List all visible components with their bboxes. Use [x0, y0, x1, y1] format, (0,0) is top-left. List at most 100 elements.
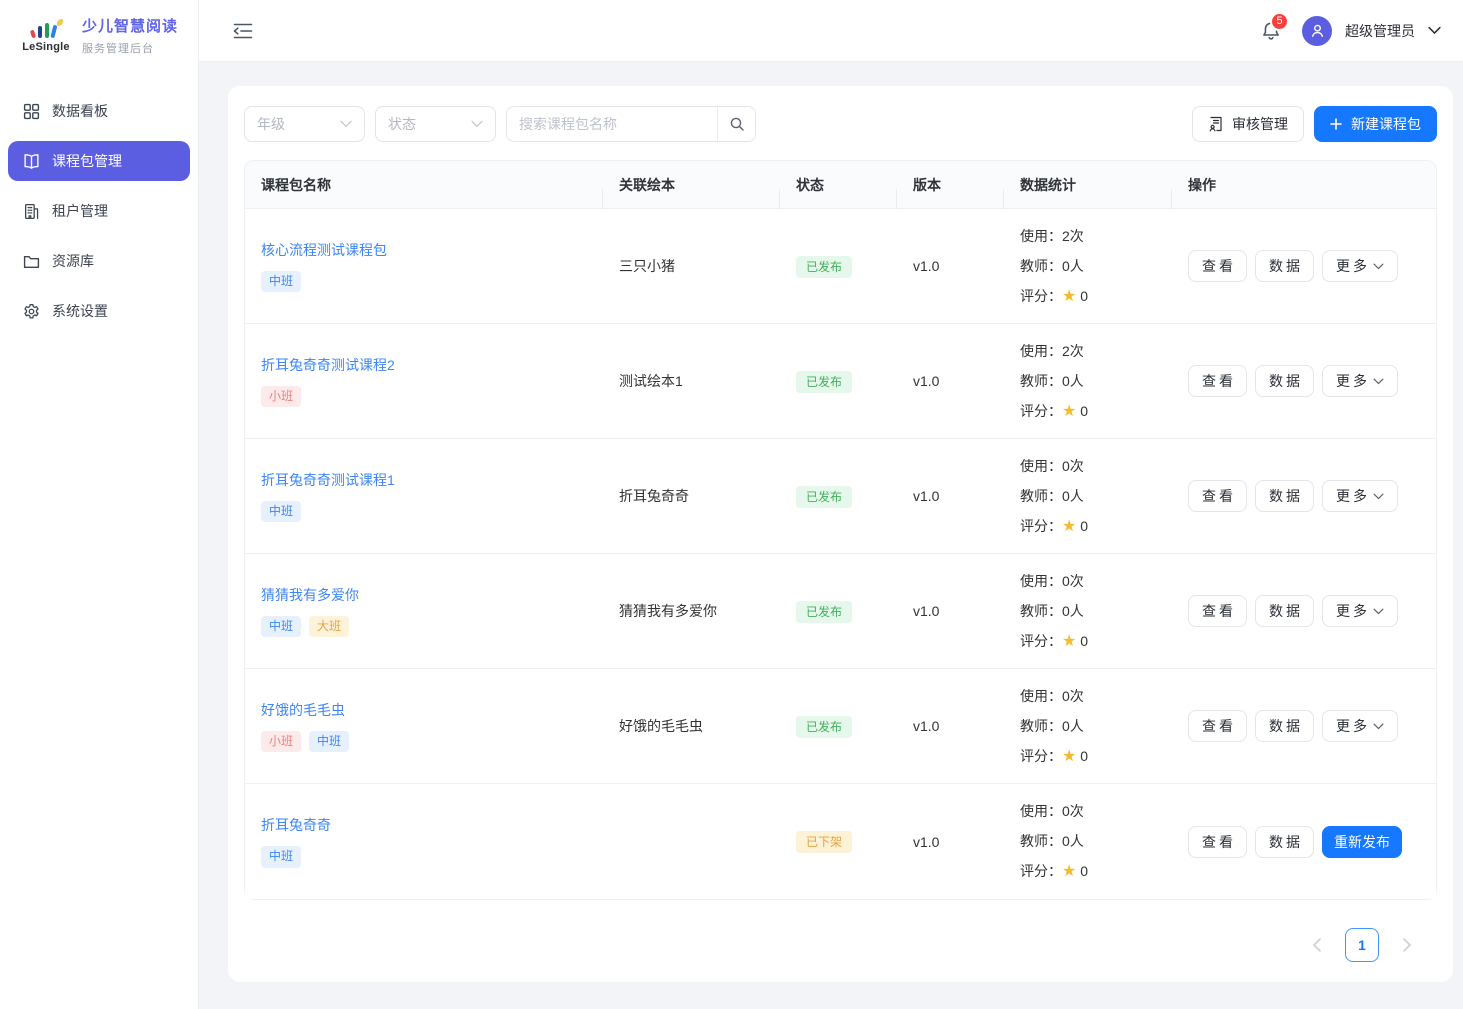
topbar: 5 超级管理员: [199, 0, 1463, 62]
more-button[interactable]: 更多: [1322, 710, 1398, 742]
teacher-stat: 教师：0人: [1020, 251, 1156, 281]
menu-fold-icon[interactable]: [233, 23, 253, 39]
status-badge: 已发布: [796, 256, 852, 278]
grade-tag: 中班: [261, 501, 301, 523]
data-button[interactable]: 数据: [1255, 595, 1314, 627]
app-root: LeSingle 少儿智慧阅读 服务管理后台 数据看板课程包管理租户管理资源库系…: [0, 0, 1463, 1009]
data-button[interactable]: 数据: [1255, 480, 1314, 512]
page-number[interactable]: 1: [1345, 928, 1379, 962]
search-box: [506, 106, 756, 142]
sidebar-item-label: 数据看板: [52, 101, 108, 121]
chevron-down-icon: [471, 120, 483, 128]
star-icon: ★: [1062, 748, 1076, 765]
version-cell: v1.0: [897, 834, 1004, 850]
avatar[interactable]: [1302, 16, 1332, 46]
user-icon: [1309, 22, 1326, 39]
course-name-link[interactable]: 折耳兔奇奇测试课程2: [261, 355, 395, 375]
chevron-down-icon[interactable]: [1428, 26, 1441, 35]
version-cell: v1.0: [897, 373, 1004, 389]
data-button[interactable]: 数据: [1255, 250, 1314, 282]
sidebar-item-building[interactable]: 租户管理: [8, 191, 190, 231]
course-name-link[interactable]: 猜猜我有多爱你: [261, 585, 359, 605]
star-icon: ★: [1062, 288, 1076, 305]
course-name-link[interactable]: 核心流程测试课程包: [261, 240, 387, 260]
view-button[interactable]: 查看: [1188, 826, 1247, 858]
course-name-link[interactable]: 折耳兔奇奇测试课程1: [261, 470, 395, 490]
pagination: 1: [244, 910, 1437, 966]
status-select[interactable]: 状态: [375, 106, 496, 142]
search-input[interactable]: [507, 107, 717, 141]
sidebar-item-dashboard[interactable]: 数据看板: [8, 91, 190, 131]
course-name-cell: 好饿的毛毛虫小班中班: [245, 700, 603, 753]
next-page-icon[interactable]: [1401, 938, 1413, 952]
rating-stat: 评分：★ 0: [1020, 626, 1156, 657]
more-button[interactable]: 更多: [1322, 365, 1398, 397]
data-button[interactable]: 数据: [1255, 365, 1314, 397]
column-header: 状态: [780, 175, 897, 195]
sidebar-item-gear[interactable]: 系统设置: [8, 291, 190, 331]
stats-cell: 使用：2次教师：0人评分：★ 0: [1004, 221, 1172, 312]
table-row: 核心流程测试课程包中班三只小猪已发布v1.0使用：2次教师：0人评分：★ 0查看…: [245, 209, 1436, 324]
view-button[interactable]: 查看: [1188, 480, 1247, 512]
audit-manage-label: 审核管理: [1232, 114, 1288, 134]
course-name-cell: 折耳兔奇奇测试课程1 中班: [245, 470, 603, 523]
rating-stat: 评分：★ 0: [1020, 741, 1156, 772]
prev-page-icon[interactable]: [1311, 938, 1323, 952]
sidebar-item-label: 课程包管理: [52, 151, 122, 171]
chevron-down-icon: [340, 120, 352, 128]
linked-book-cell: 折耳兔奇奇: [603, 486, 780, 506]
grade-tag: 中班: [309, 731, 349, 753]
gear-icon: [23, 303, 40, 320]
table-row: 折耳兔奇奇测试课程2小班测试绘本1已发布v1.0使用：2次教师：0人评分：★ 0…: [245, 324, 1436, 439]
grade-tags: 小班中班: [261, 731, 587, 753]
book-icon: [23, 153, 40, 170]
stats-cell: 使用：0次教师：0人评分：★ 0: [1004, 681, 1172, 772]
table-row: 好饿的毛毛虫小班中班好饿的毛毛虫已发布v1.0使用：0次教师：0人评分：★ 0查…: [245, 669, 1436, 784]
stats-cell: 使用：0次教师：0人评分：★ 0: [1004, 796, 1172, 887]
rating-stat: 评分：★ 0: [1020, 511, 1156, 542]
more-button[interactable]: 更多: [1322, 595, 1398, 627]
search-button[interactable]: [717, 107, 755, 141]
sidebar-menu: 数据看板课程包管理租户管理资源库系统设置: [0, 71, 198, 351]
sidebar-item-folder[interactable]: 资源库: [8, 241, 190, 281]
more-button[interactable]: 更多: [1322, 250, 1398, 282]
teacher-stat: 教师：0人: [1020, 596, 1156, 626]
data-button[interactable]: 数据: [1255, 826, 1314, 858]
star-icon: ★: [1062, 633, 1076, 650]
linked-book-cell: 三只小猪: [603, 256, 780, 276]
view-button[interactable]: 查看: [1188, 710, 1247, 742]
view-button[interactable]: 查看: [1188, 365, 1247, 397]
status-cell: 已发布: [780, 603, 897, 620]
audit-manage-button[interactable]: 审核管理: [1192, 106, 1304, 142]
view-button[interactable]: 查看: [1188, 250, 1247, 282]
audit-icon: [1208, 116, 1224, 132]
user-name[interactable]: 超级管理员: [1345, 21, 1415, 41]
create-package-button[interactable]: 新建课程包: [1314, 106, 1437, 142]
logo-text: LeSingle: [22, 41, 69, 53]
course-name-link[interactable]: 折耳兔奇奇: [261, 815, 331, 835]
actions-cell: 查看数据更多: [1172, 595, 1436, 627]
more-button[interactable]: 更多: [1322, 480, 1398, 512]
version-cell: v1.0: [897, 258, 1004, 274]
course-name-link[interactable]: 好饿的毛毛虫: [261, 700, 345, 720]
course-package-card: 年级 状态: [228, 86, 1453, 982]
sidebar-item-book[interactable]: 课程包管理: [8, 141, 190, 181]
grade-tag: 中班: [261, 846, 301, 868]
republish-button[interactable]: 重新发布: [1322, 826, 1402, 858]
notification-bell[interactable]: 5: [1261, 21, 1281, 41]
status-badge: 已发布: [796, 601, 852, 623]
view-button[interactable]: 查看: [1188, 595, 1247, 627]
brand-logo: LeSingle: [20, 18, 72, 53]
grade-select[interactable]: 年级: [244, 106, 365, 142]
brand-subtitle: 服务管理后台: [82, 40, 178, 56]
usage-stat: 使用：0次: [1020, 451, 1156, 481]
star-icon: ★: [1062, 403, 1076, 420]
data-button[interactable]: 数据: [1255, 710, 1314, 742]
grade-tag: 中班: [261, 616, 301, 638]
grade-tags: 中班大班: [261, 616, 587, 638]
rating-stat: 评分：★ 0: [1020, 856, 1156, 887]
version-cell: v1.0: [897, 488, 1004, 504]
usage-stat: 使用：0次: [1020, 681, 1156, 711]
status-badge: 已发布: [796, 371, 852, 393]
version-cell: v1.0: [897, 603, 1004, 619]
